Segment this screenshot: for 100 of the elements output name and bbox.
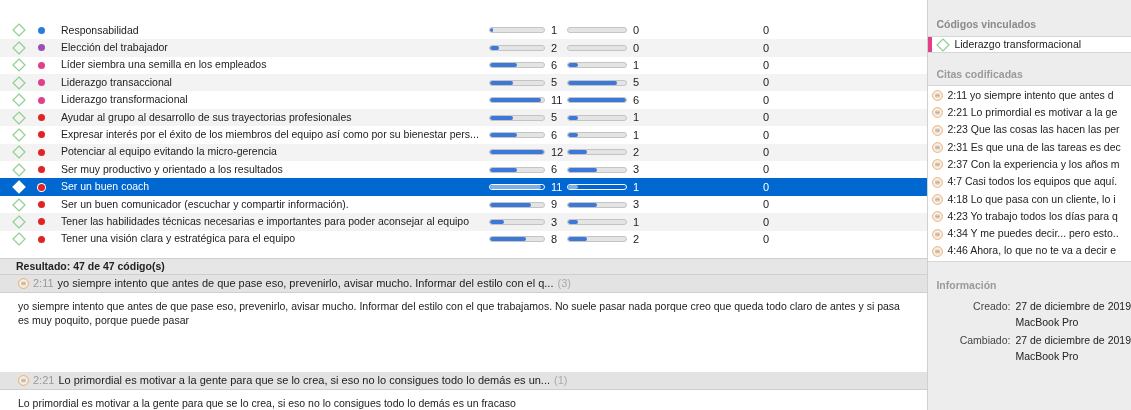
coded-quote-item[interactable]: 2:31 Es que una de las tareas es dec [928, 138, 1131, 157]
quote-title: yo siempre intento que antes de que pase eso, prevenirlo, avisar mucho. Informar del estilo con el q... [57, 276, 554, 292]
code-diamond-icon [12, 58, 26, 73]
info-label: Creado: [972, 298, 1011, 314]
frequency-count: 11 [551, 179, 563, 195]
coded-quote-item[interactable]: 2:21 Lo primordial es motivar a la ge [928, 104, 1131, 122]
coded-quote-item[interactable]: 4:18 Lo que pasa con un cliente, lo i [928, 190, 1131, 209]
code-diamond-icon [936, 37, 951, 52]
linked-code-item[interactable]: Liderazgo transformacional [928, 36, 1131, 53]
frequency-count: 1 [633, 58, 641, 74]
table-cell-text: 0 [763, 179, 770, 195]
frequency-count: 8 [551, 232, 559, 248]
quote-text: Lo primordial es motivar a la gente para que se lo crea, si eso no lo consigues todo lo demás es un fracaso [17, 395, 517, 410]
code-row[interactable]: Tener las habilidades técnicas necesarias e importantes para poder aconsejar al equipo 3 1 0 [0, 213, 928, 231]
code-diamond-icon [12, 180, 26, 195]
frequency-count: 5 [633, 75, 641, 91]
frequency-count: 5 [551, 75, 559, 91]
quote-icon [18, 277, 29, 289]
quote-icon [18, 374, 29, 386]
info-value: MacBook Pro [1015, 348, 1080, 364]
coded-quote-item[interactable]: 2:11 yo siempre intento que antes d [928, 87, 1131, 105]
quote-text: yo siempre intento que antes de que pase eso, prevenirlo, avisar mucho. Informar del estilo con el que trabajamos. No suele pasar nada porque creo que queda todo claro de antes y si pasa es muy poquito, porque puede pasar [17, 298, 901, 327]
result-bar: Resultado: 47 de 47 código(s) [0, 257, 928, 275]
section-heading: Información [935, 277, 998, 293]
code-diamond-icon [12, 162, 26, 177]
section-heading: Citas codificadas [935, 67, 1024, 82]
table-cell-text: 0 [763, 127, 770, 143]
coded-quote-item[interactable]: 4:23 Yo trabajo todos los días para q [928, 208, 1131, 226]
table-cell-text: 0 [763, 40, 770, 56]
frequency-count: 11 [551, 92, 563, 108]
frequency-count: 6 [551, 127, 559, 143]
quote-id: 2:11 [33, 276, 54, 292]
table-cell-text: 0 [763, 23, 770, 39]
code-name: Ayudar al grupo al desarrollo de sus trayectorias profesionales [61, 109, 353, 125]
table-cell-text: 0 [763, 110, 770, 126]
code-row[interactable]: Elección del trabajador 2 0 0 [0, 39, 928, 57]
frequency-count: 3 [551, 214, 559, 230]
frequency-count: 2 [633, 232, 641, 248]
frequency-count: 6 [551, 58, 559, 74]
table-cell-text: 0 [763, 232, 770, 248]
info-value: 27 de diciembre de 2019 [1015, 298, 1131, 314]
frequency-count: 1 [633, 110, 641, 126]
frequency-count: 3 [633, 197, 641, 213]
code-name: Responsabilidad [61, 22, 140, 38]
code-diamond-icon [12, 40, 26, 55]
frequency-count: 6 [633, 92, 641, 108]
code-diamond-icon [12, 214, 26, 229]
table-cell-text: 0 [763, 162, 770, 178]
frequency-count: 1 [551, 23, 559, 39]
code-name: Expresar interés por el éxito de los miembros del equipo así como por su bienestar pers... [61, 127, 480, 143]
table-cell-text: 0 [763, 145, 770, 161]
code-name: Líder siembra una semilla en los empleados [61, 57, 268, 73]
linked-code-name: Liderazgo transformacional [954, 36, 1082, 52]
quote-icon [932, 107, 944, 119]
code-name: Tener una visión clara y estratégica para el equipo [61, 231, 297, 247]
info-label: Cambiado: [958, 332, 1011, 348]
frequency-count: 2 [551, 40, 559, 56]
table-cell-text: 0 [763, 197, 770, 213]
quote-icon [932, 124, 944, 136]
code-name: Ser muy productivo y orientado a los resultados [61, 161, 284, 177]
quote-icon [932, 90, 944, 102]
quote-icon [932, 193, 944, 205]
coded-quote-item[interactable]: 2:23 Que las cosas las hacen las per [928, 121, 1131, 139]
frequency-count: 5 [551, 110, 559, 126]
frequency-count: 0 [633, 23, 641, 39]
code-diamond-icon [12, 75, 26, 90]
code-diamond-icon [12, 232, 26, 247]
coded-quote-item[interactable]: 4:34 Y me puedes decir... pero esto.. [928, 225, 1131, 243]
code-name: Liderazgo transformacional [61, 92, 189, 108]
info-value: 27 de diciembre de 2019 [1015, 332, 1131, 348]
frequency-count: 1 [633, 179, 641, 195]
code-name: Ser un buen comunicador (escuchar y compartir información). [61, 196, 350, 212]
coded-quote-item[interactable]: 4:7 Casi todos los equipos que aquí. [928, 173, 1131, 191]
frequency-count: 3 [633, 162, 641, 178]
quote-icon [932, 245, 944, 257]
frequency-count: 1 [633, 214, 641, 230]
quote-icon [932, 142, 944, 154]
code-diamond-icon [12, 93, 26, 108]
quote-icon [932, 228, 944, 240]
info-value: MacBook Pro [1015, 314, 1080, 330]
frequency-count: 6 [551, 162, 559, 178]
table-cell-text: 0 [763, 214, 770, 230]
code-name: Potenciar al equipo evitando la micro-gerencia [61, 144, 278, 160]
frequency-count: 1 [633, 127, 641, 143]
code-name: Liderazgo transaccional [61, 74, 173, 90]
frequency-count: 0 [633, 40, 641, 56]
quote-title: Lo primordial es motivar a la gente para que se lo crea, si eso no lo consigues todo lo demás es un... [58, 373, 551, 389]
frequency-count: 2 [633, 145, 641, 161]
table-cell-text: 0 [763, 58, 770, 74]
quote-icon [932, 159, 944, 171]
coded-quote-item[interactable]: 2:37 Con la experiencia y los años m [928, 156, 1131, 174]
quote-icon [932, 176, 944, 188]
coded-quote-item[interactable]: 4:46 Ahora, lo que no te va a decir e [928, 242, 1131, 260]
section-heading: Códigos vinculados [935, 17, 1038, 32]
code-name: Elección del trabajador [61, 40, 169, 55]
code-row[interactable]: Ser un buen coach 11 1 0 [0, 178, 928, 196]
table-cell-text: 0 [763, 75, 770, 91]
code-diamond-icon [12, 197, 26, 212]
quote-icon [932, 211, 944, 223]
code-diamond-icon [12, 23, 26, 38]
